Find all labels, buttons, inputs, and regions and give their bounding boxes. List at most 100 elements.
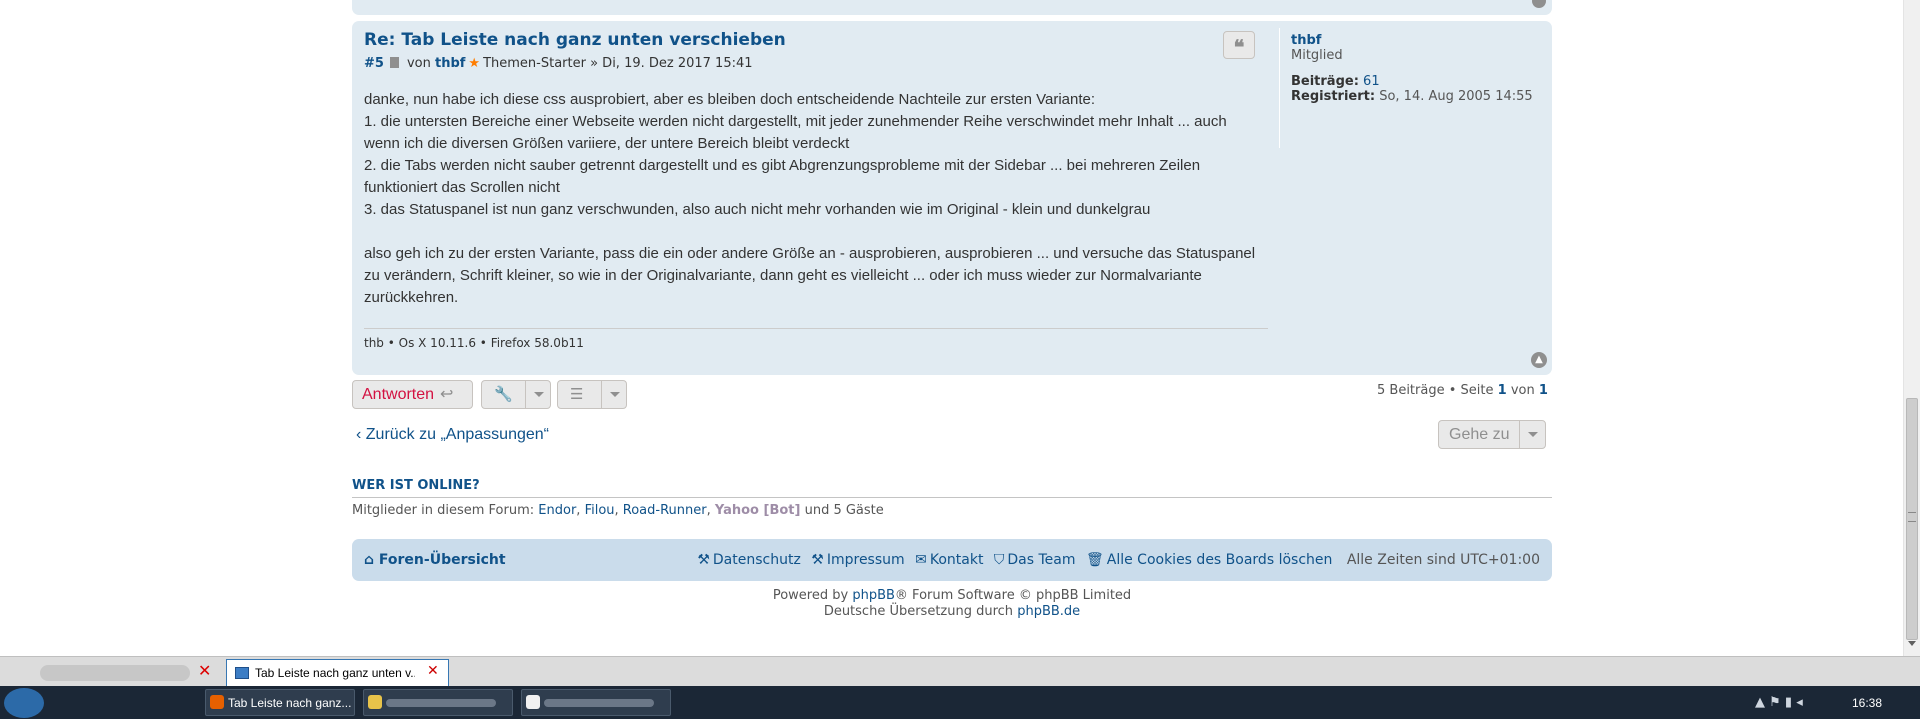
chevron-down-icon[interactable] [601,381,627,408]
document-icon [526,695,540,709]
team-link[interactable]: ⛉ Das Team [994,552,1076,568]
profile-registered-date: So, 14. Aug 2005 14:55 [1379,89,1533,104]
previous-post-remnant [352,0,1552,15]
tab-title: Tab Leiste nach ganz unten v... [255,666,415,680]
author-role: Themen-Starter [483,56,586,71]
footer-links: ⚒ Datenschutz ⚒ Impressum ✉ Kontakt ⛉ Das Te… [691,552,1540,568]
post-number-link[interactable]: #5 [364,56,384,71]
profile-rank: Mitglied [1291,48,1343,63]
wrench-icon: 🔧 [494,385,513,403]
post-document-icon[interactable] [389,57,399,68]
post-author-link[interactable]: thbf [435,56,465,71]
sort-icon: ☰ [570,385,584,403]
powered-by: Powered by phpBB® Forum Software © phpBB… [352,588,1552,620]
taskbar-firefox-label: Tab Leiste nach ganz... [228,696,352,710]
online-divider [352,497,1552,498]
redacted-label [544,699,654,707]
page-total: 1 [1538,383,1548,398]
chevron-left-icon: ‹ [356,426,362,443]
vertical-scrollbar[interactable] [1903,0,1920,656]
folder-icon [368,695,382,709]
envelope-icon: ✉ [915,552,927,568]
footer-navbar: ⌂ Foren-Übersicht ⚒ Datenschutz ⚒ Impressu… [352,539,1552,581]
back-link-label: Zurück zu „Anpassungen“ [365,426,549,443]
taskbar-document-item[interactable] [521,689,671,716]
firefox-icon [210,695,224,709]
redacted-label [386,699,496,707]
profile-username[interactable]: thbf [1291,33,1539,48]
profile-registered-label: Registriert: [1291,89,1376,104]
online-member-link[interactable]: Endor [538,503,576,518]
scroll-down-arrow-icon[interactable] [1908,641,1916,646]
windows-taskbar: Tab Leiste nach ganz... ▲ ⚑ ▮ ◂ 16:38 [0,686,1920,719]
contact-label: Kontakt [929,552,984,568]
page-of: von [1510,383,1535,398]
signature-divider [364,328,1268,329]
post-line: danke, nun habe ich diese css ausprobier… [364,91,1096,108]
reply-label: Antworten [362,386,435,403]
delete-cookies-link[interactable]: 🗑 Alle Cookies des Boards löschen [1086,552,1332,568]
taskbar-clock[interactable]: 16:38 [1852,696,1882,710]
start-button-icon[interactable] [4,688,44,718]
blurred-tab[interactable] [40,665,190,681]
post-profile: thbf Mitglied Beiträge: 61 Registriert: … [1279,28,1539,148]
sort-options-dropdown[interactable]: ☰ [557,380,627,409]
profile-registered: Registriert: So, 14. Aug 2005 14:55 [1291,89,1539,104]
who-is-online-title: WER IST ONLINE? [352,478,480,493]
taskbar-firefox-item[interactable]: Tab Leiste nach ganz... [205,689,355,716]
post-line: also geh ich zu der ersten Variante, pas… [364,245,1256,306]
gavel-icon: ⚒ [697,552,710,568]
profile-posts-label: Beiträge: [1291,74,1359,89]
trash-icon: 🗑 [1085,552,1104,568]
timezone-info: Alle Zeiten sind UTC+01:00 [1346,552,1540,568]
forum-index-link[interactable]: ⌂ Foren-Übersicht [364,552,506,568]
post-title[interactable]: Re: Tab Leiste nach ganz unten verschieb… [364,30,786,50]
browser-tab-bar: ✕ Tab Leiste nach ganz unten v... ✕ [0,656,1920,686]
translation-prefix: Deutsche Übersetzung durch [823,604,1014,619]
back-to-forum-link[interactable]: ‹ Zurück zu „Anpassungen“ [356,426,549,444]
post-line: 2. die Tabs werden nicht sauber getrennt… [364,157,1201,196]
close-icon[interactable]: ✕ [198,661,211,680]
online-member-link[interactable]: Road-Runner [623,503,707,518]
topic-starter-star-icon: ★ [468,56,481,71]
quote-button[interactable]: ❝ [1223,31,1255,59]
quote-icon: ❝ [1233,35,1245,59]
online-prefix: Mitglieder in diesem Forum: [352,503,535,518]
online-bot-link[interactable]: Yahoo [Bot] [715,503,801,518]
close-tab-icon[interactable]: ✕ [427,663,439,679]
post-5: Re: Tab Leiste nach ganz unten verschieb… [352,21,1552,375]
privacy-link[interactable]: ⚒ Datenschutz [697,552,800,568]
chevron-down-icon[interactable] [525,381,551,408]
gavel-icon: ⚒ [811,552,824,568]
scrollbar-grip [1908,512,1916,522]
home-icon: ⌂ [364,552,375,568]
post-content: danke, nun habe ich diese css ausprobier… [364,89,1264,309]
phpbb-de-link[interactable]: phpBB.de [1017,604,1080,619]
back-to-top-icon[interactable]: ▲ [1531,352,1547,368]
imprint-link[interactable]: ⚒ Impressum [811,552,904,568]
taskbar-folder-item[interactable] [363,689,513,716]
jump-to-dropdown[interactable]: Gehe zu [1438,420,1546,449]
pagination-prefix: 5 Beiträge • Seite [1377,383,1494,398]
powered-suffix: ® Forum Software © phpBB Limited [894,588,1132,603]
forum-index-label: Foren-Übersicht [378,552,506,568]
phpbb-link[interactable]: phpBB [852,588,895,603]
online-members: Mitglieder in diesem Forum: Endor, Filou… [352,503,884,518]
post-signature: thb • Os X 10.11.6 • Firefox 58.0b11 [364,336,584,350]
active-browser-tab[interactable]: Tab Leiste nach ganz unten v... ✕ [226,659,449,686]
post-date: » Di, 19. Dez 2017 15:41 [590,56,753,71]
online-member-link[interactable]: Filou [585,503,615,518]
reply-arrow-icon: ↩ [440,386,454,403]
pagination-info: 5 Beiträge • Seite 1 von 1 [1377,383,1548,398]
delete-cookies-label: Alle Cookies des Boards löschen [1106,552,1333,568]
system-tray-icons[interactable]: ▲ ⚑ ▮ ◂ [1755,695,1803,710]
contact-link[interactable]: ✉ Kontakt [915,552,983,568]
reply-button[interactable]: Antworten ↩ [352,380,473,409]
profile-posts-link[interactable]: 61 [1363,74,1380,89]
favicon-icon [235,667,249,679]
topic-tools-dropdown[interactable]: 🔧 [481,380,551,409]
privacy-label: Datenschutz [712,552,801,568]
post-line: 1. die untersten Bereiche einer Webseite… [364,113,1227,152]
chevron-down-icon[interactable] [1519,421,1545,448]
post-meta: #5 von thbf ★ Themen-Starter » Di, 19. Dez … [364,56,753,71]
